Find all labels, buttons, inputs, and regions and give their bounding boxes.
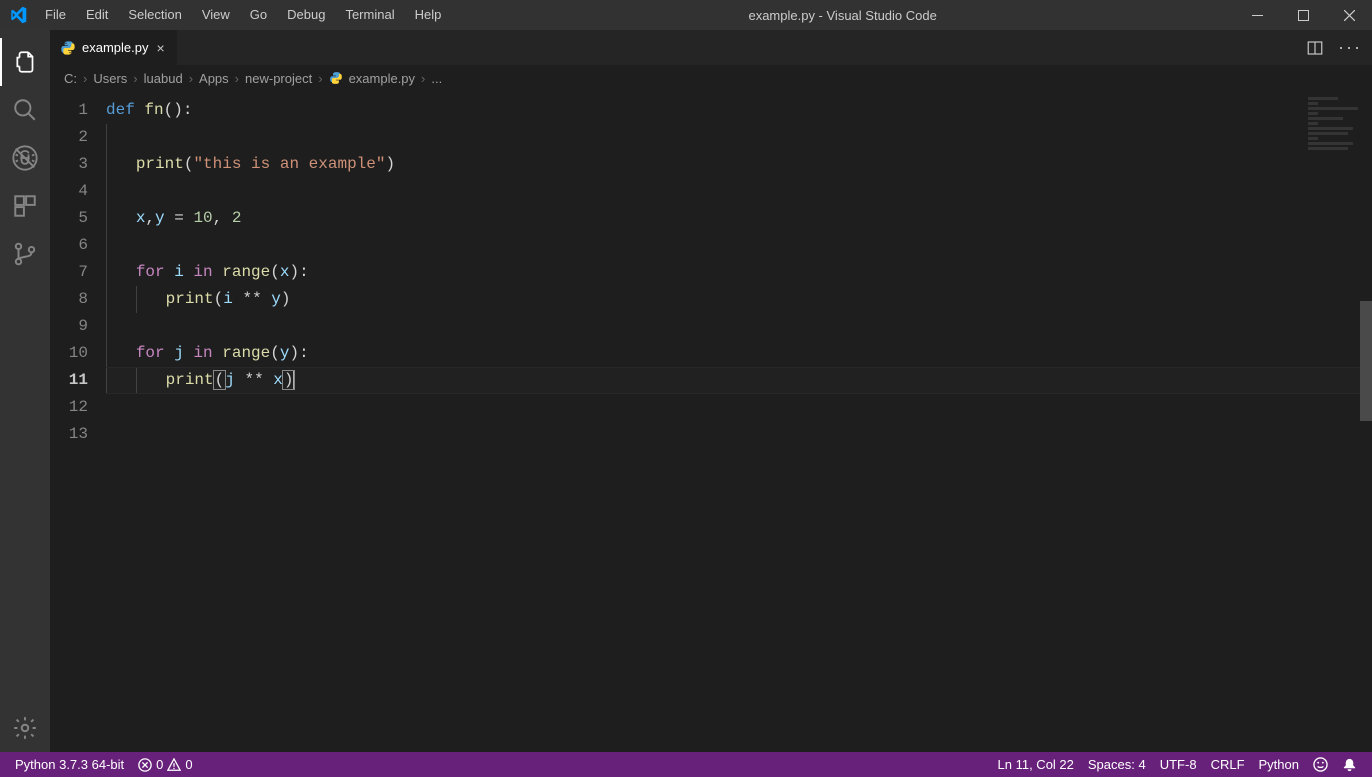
maximize-button[interactable] [1280, 0, 1326, 30]
warning-icon [167, 758, 181, 772]
code-editor[interactable]: 12345678910111213 def fn(): print("this … [50, 91, 1372, 752]
activity-debug-disabled[interactable] [0, 134, 50, 182]
menu-debug[interactable]: Debug [277, 0, 335, 30]
breadcrumb-part[interactable]: Apps [199, 71, 229, 86]
chevron-right-icon: › [83, 71, 87, 86]
status-feedback-icon[interactable] [1306, 757, 1335, 772]
activity-search[interactable] [0, 86, 50, 134]
breadcrumb-part[interactable]: luabud [144, 71, 183, 86]
activity-explorer[interactable] [0, 38, 50, 86]
python-file-icon [60, 40, 76, 56]
menu-terminal[interactable]: Terminal [335, 0, 404, 30]
activity-bar [0, 30, 50, 752]
tab-example-py[interactable]: example.py × [50, 30, 178, 65]
code-content[interactable]: def fn(): print("this is an example") x,… [106, 91, 1372, 752]
status-indentation[interactable]: Spaces: 4 [1081, 752, 1153, 777]
more-actions-icon[interactable]: ··· [1338, 37, 1362, 58]
scrollbar-thumb[interactable] [1360, 301, 1372, 421]
vscode-logo-icon [0, 6, 35, 24]
chevron-right-icon: › [318, 71, 322, 86]
menu-edit[interactable]: Edit [76, 0, 118, 30]
menu-file[interactable]: File [35, 0, 76, 30]
close-button[interactable] [1326, 0, 1372, 30]
tab-label: example.py [82, 40, 148, 55]
status-language[interactable]: Python [1252, 752, 1306, 777]
status-cursor-position[interactable]: Ln 11, Col 22 [991, 752, 1081, 777]
split-editor-icon[interactable] [1306, 39, 1324, 57]
error-count: 0 [156, 752, 163, 777]
chevron-right-icon: › [189, 71, 193, 86]
status-notifications-icon[interactable] [1335, 757, 1364, 772]
breadcrumb-part[interactable]: Users [93, 71, 127, 86]
status-interpreter[interactable]: Python 3.7.3 64-bit [8, 752, 131, 777]
menu-help[interactable]: Help [405, 0, 452, 30]
menu-selection[interactable]: Selection [118, 0, 191, 30]
line-number-gutter: 12345678910111213 [50, 91, 106, 752]
warning-count: 0 [185, 752, 192, 777]
window-title: example.py - Visual Studio Code [451, 8, 1234, 23]
activity-extensions[interactable] [0, 182, 50, 230]
tab-bar: example.py × ··· [50, 30, 1372, 65]
chevron-right-icon: › [133, 71, 137, 86]
minimize-button[interactable] [1234, 0, 1280, 30]
python-file-icon [329, 71, 343, 85]
status-encoding[interactable]: UTF-8 [1153, 752, 1204, 777]
status-problems[interactable]: 0 0 [131, 752, 199, 777]
breadcrumb-part[interactable]: example.py [349, 71, 415, 86]
minimap[interactable] [1308, 95, 1368, 195]
activity-settings[interactable] [0, 704, 50, 752]
status-bar: Python 3.7.3 64-bit 0 0 Ln 11, Col 22 Sp… [0, 752, 1372, 777]
window-controls [1234, 0, 1372, 30]
breadcrumb-part[interactable]: new-project [245, 71, 312, 86]
breadcrumb-part[interactable]: C: [64, 71, 77, 86]
chevron-right-icon: › [235, 71, 239, 86]
tab-close-icon[interactable]: × [154, 40, 166, 56]
breadcrumbs[interactable]: C: › Users › luabud › Apps › new-project › ex… [50, 65, 1372, 91]
vertical-scrollbar[interactable] [1360, 91, 1372, 752]
activity-source-control[interactable] [0, 230, 50, 278]
chevron-right-icon: › [421, 71, 425, 86]
error-icon [138, 758, 152, 772]
title-bar: File Edit Selection View Go Debug Termin… [0, 0, 1372, 30]
status-eol[interactable]: CRLF [1204, 752, 1252, 777]
menu-bar: File Edit Selection View Go Debug Termin… [35, 0, 451, 30]
menu-go[interactable]: Go [240, 0, 277, 30]
editor-area: example.py × ··· C: › Users › luabud › Apps… [50, 30, 1372, 752]
menu-view[interactable]: View [192, 0, 240, 30]
breadcrumb-part[interactable]: ... [431, 71, 442, 86]
